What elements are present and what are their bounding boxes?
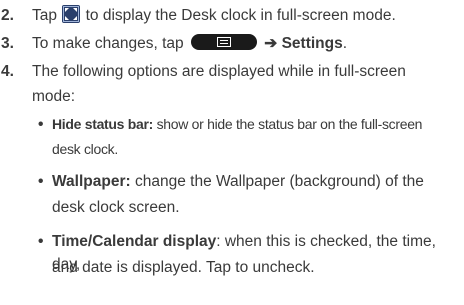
option-text: Hide status bar: show or hide the status…: [52, 113, 460, 136]
option-desc-line2: desk clock.: [52, 141, 118, 157]
step-text-pre: Tap: [32, 7, 57, 24]
option-desc-line2: and date is displayed. Tap to uncheck.: [52, 259, 315, 276]
bullet: •: [38, 116, 44, 133]
menu-key-icon: [190, 34, 257, 50]
settings-label: Settings: [281, 35, 343, 52]
option-desc-line1: change the Wallpaper (background) of the: [134, 173, 424, 190]
option-term: Time/Calendar display: [52, 233, 217, 250]
step-text-line1: The following options are displayed whil…: [32, 63, 406, 80]
option-term: Hide status bar:: [52, 116, 153, 132]
step-number: 4.: [1, 63, 14, 80]
step-text-end: .: [342, 35, 348, 52]
option-desc-line1: show or hide the status bar on the full-…: [156, 116, 423, 132]
bullet: •: [38, 173, 44, 190]
fullscreen-icon: [62, 5, 81, 23]
step-number: 3.: [1, 35, 14, 52]
step-text-post: to display the Desk clock in full-screen…: [85, 7, 396, 24]
arrow-icon: ➔: [264, 35, 278, 52]
step-text-pre: To make changes, tap: [32, 35, 184, 52]
step-number: 2.: [1, 7, 14, 24]
step-text-line2: mode:: [32, 88, 76, 105]
bullet: •: [38, 233, 44, 250]
step-text: To make changes, tap ➔ Settings.: [32, 32, 460, 55]
step-text: Tap to display the Desk clock in full-sc…: [32, 4, 460, 27]
option-term: Wallpaper:: [52, 173, 131, 190]
option-desc-line2: desk clock screen.: [52, 199, 180, 216]
option-text: Wallpaper: change the Wallpaper (backgro…: [52, 170, 460, 193]
